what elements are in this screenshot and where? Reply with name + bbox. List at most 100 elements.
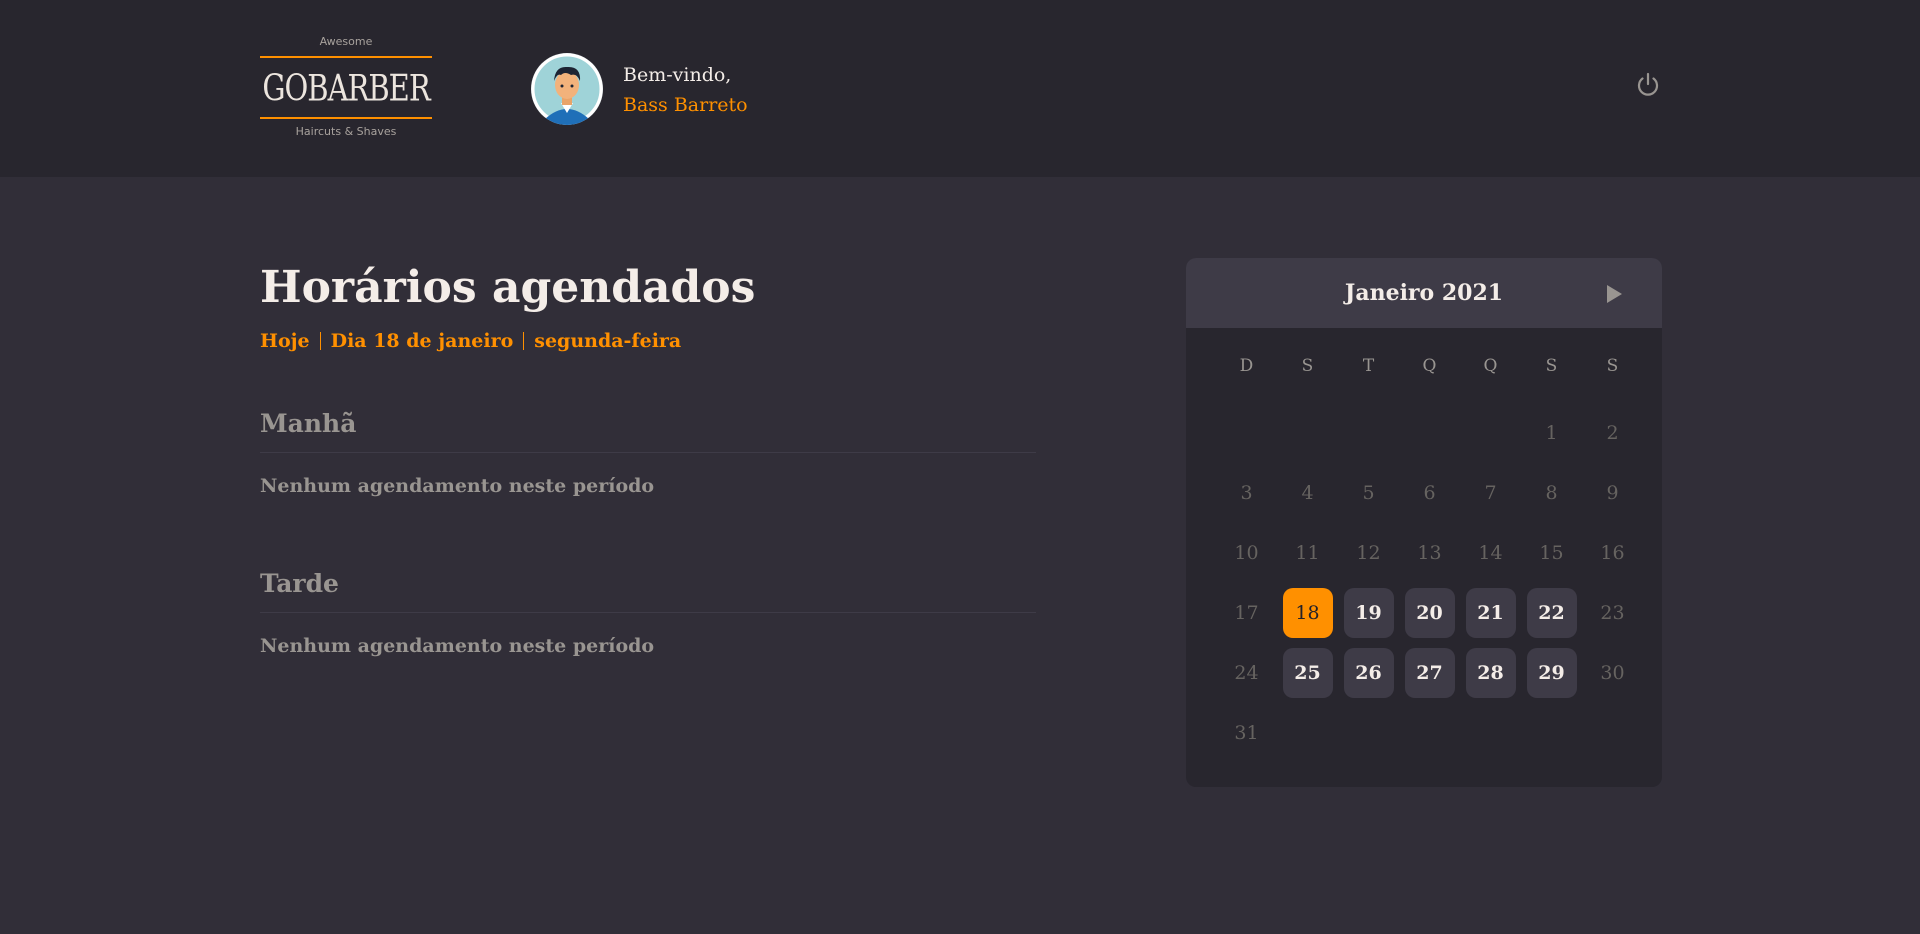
power-icon: [1637, 72, 1659, 96]
weekday-label: S: [1301, 355, 1314, 376]
calendar-day-number: 11: [1295, 542, 1320, 564]
calendar-day-number: 18: [1282, 588, 1333, 638]
calendar-day-number: [1527, 708, 1577, 758]
calendar-day-number: 17: [1234, 602, 1259, 624]
calendar-empty-cell: [1277, 403, 1338, 463]
calendar-day[interactable]: 27: [1399, 643, 1460, 703]
calendar-day[interactable]: 29: [1521, 643, 1582, 703]
calendar-day-number: 7: [1484, 482, 1497, 504]
calendar-empty-cell: [1521, 703, 1582, 763]
calendar-day-number: [1588, 708, 1638, 758]
calendar-day: 1: [1521, 403, 1582, 463]
calendar-empty-cell: [1460, 703, 1521, 763]
gobarber-logo[interactable]: Awesome GOBARBER Haircuts & Shaves: [260, 34, 432, 142]
logout-button[interactable]: [1634, 71, 1662, 99]
calendar-day[interactable]: 18: [1277, 583, 1338, 643]
calendar-empty-cell: [1277, 703, 1338, 763]
calendar-day-number: 2: [1606, 422, 1619, 444]
calendar-day: 3: [1216, 463, 1277, 523]
calendar-day: 14: [1460, 523, 1521, 583]
weekday-label: S: [1606, 355, 1619, 376]
calendar-week: 10 11 12 13 14 15 16: [1216, 523, 1644, 583]
calendar-day-number: 27: [1404, 648, 1455, 698]
calendar-day: 7: [1460, 463, 1521, 523]
calendar-day-number: 3: [1240, 482, 1253, 504]
calendar-empty-cell: [1338, 403, 1399, 463]
user-avatar[interactable]: [531, 53, 603, 125]
calendar-day-number: 16: [1600, 542, 1625, 564]
calendar-empty-cell: [1399, 703, 1460, 763]
calendar-day-number: 24: [1234, 662, 1259, 684]
calendar-day-number: 28: [1465, 648, 1516, 698]
calendar-week: 17 18 19 20 21 22 23: [1216, 583, 1644, 643]
calendar-day-number: [1222, 408, 1272, 458]
calendar-day: 5: [1338, 463, 1399, 523]
calendar-day-number: 30: [1600, 662, 1625, 684]
calendar-day-number: [1466, 708, 1516, 758]
separator: [319, 332, 321, 350]
calendar-day: 10: [1216, 523, 1277, 583]
logo-bottom-text: Haircuts & Shaves: [295, 125, 397, 138]
calendar-day[interactable]: 22: [1521, 583, 1582, 643]
calendar-week: 3 4 5 6 7 8 9: [1216, 463, 1644, 523]
calendar-week: 24 25 26 27 28 29 30: [1216, 643, 1644, 703]
calendar-day-number: [1344, 708, 1394, 758]
calendar-day: 4: [1277, 463, 1338, 523]
weekday-label: S: [1545, 355, 1558, 376]
calendar-day[interactable]: 20: [1399, 583, 1460, 643]
calendar-day-number: [1405, 708, 1455, 758]
calendar-day: 30: [1582, 643, 1643, 703]
calendar-week: 31: [1216, 703, 1644, 763]
calendar-day-number: 20: [1404, 588, 1455, 638]
welcome-label: Bem-vindo,: [623, 64, 732, 86]
calendar-header: Janeiro 2021: [1186, 258, 1662, 328]
logo-name: GOBARBER: [262, 66, 430, 109]
calendar-day-number: 31: [1234, 722, 1259, 744]
separator: [523, 332, 525, 350]
calendar-day-number: [1466, 408, 1516, 458]
calendar-day-number: [1283, 408, 1333, 458]
calendar-day-number: 10: [1234, 542, 1259, 564]
afternoon-section: Tarde Nenhum agendamento neste período: [260, 569, 1036, 657]
morning-section: Manhã Nenhum agendamento neste período: [260, 409, 1036, 497]
calendar-day-number: 13: [1417, 542, 1442, 564]
calendar-day[interactable]: 25: [1277, 643, 1338, 703]
calendar-day[interactable]: 21: [1460, 583, 1521, 643]
afternoon-empty-message: Nenhum agendamento neste período: [260, 635, 655, 657]
next-month-icon[interactable]: [1607, 285, 1622, 303]
calendar-day-number: 14: [1478, 542, 1503, 564]
calendar-day: 12: [1338, 523, 1399, 583]
calendar-day-number: 15: [1539, 542, 1564, 564]
calendar-day: 16: [1582, 523, 1643, 583]
calendar-day-number: 6: [1423, 482, 1436, 504]
calendar-day[interactable]: 19: [1338, 583, 1399, 643]
profile-link[interactable]: Bass Barreto: [623, 90, 748, 120]
calendar-grid: D S T Q Q S S 1 2 3 4 5 6 7 8 9 10 11 12 13 14 15 16 17 18 19 20 21…: [1216, 348, 1644, 763]
calendar-weekdays: DSTQQSS: [1216, 348, 1644, 403]
calendar-day-number: 12: [1356, 542, 1381, 564]
calendar-day-number: 1: [1545, 422, 1558, 444]
calendar-day: 15: [1521, 523, 1582, 583]
calendar-day-number: 25: [1282, 648, 1333, 698]
weekday-label: Q: [1483, 355, 1498, 376]
calendar-empty-cell: [1460, 403, 1521, 463]
calendar-day-number: 23: [1600, 602, 1625, 624]
calendar-day: 31: [1216, 703, 1277, 763]
calendar-day-number: 4: [1301, 482, 1314, 504]
afternoon-title: Tarde: [260, 569, 1036, 613]
calendar-day: 24: [1216, 643, 1277, 703]
weekday-label: segunda-feira: [534, 330, 682, 352]
calendar-day: 23: [1582, 583, 1643, 643]
calendar-day: 2: [1582, 403, 1643, 463]
calendar-day: 17: [1216, 583, 1277, 643]
calendar-day-number: 5: [1362, 482, 1375, 504]
calendar-day-number: 8: [1545, 482, 1558, 504]
avatar-icon: [531, 53, 603, 125]
weekday-label: Q: [1422, 355, 1437, 376]
calendar-day[interactable]: 26: [1338, 643, 1399, 703]
calendar-empty-cell: [1582, 703, 1643, 763]
calendar-day[interactable]: 28: [1460, 643, 1521, 703]
calendar-empty-cell: [1338, 703, 1399, 763]
morning-title: Manhã: [260, 409, 1036, 453]
calendar-empty-cell: [1399, 403, 1460, 463]
